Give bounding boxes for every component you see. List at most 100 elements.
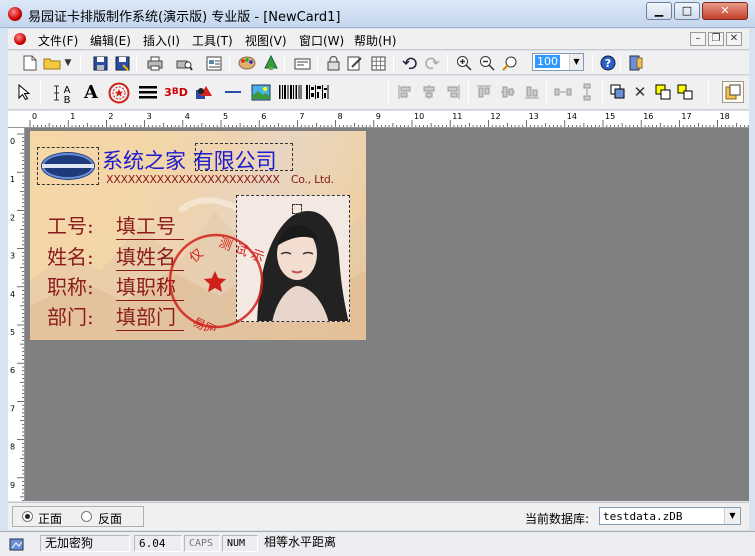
ruler-h-label: 9 [376, 112, 381, 121]
chevron-down-icon[interactable]: ▼ [569, 54, 583, 70]
new-icon[interactable] [20, 53, 40, 73]
drawing-toolbar: AB A 3BD ✕ [8, 76, 749, 110]
edit-icon[interactable] [345, 53, 365, 73]
ruler-h-label: 14 [567, 112, 577, 121]
bring-front-icon[interactable] [608, 82, 628, 102]
selection-frame [195, 143, 293, 171]
ruler-v-label: 4 [10, 290, 15, 299]
company-english[interactable]: XXXXXXXXXXXXXXXXXXXXXXXX Co., Ltd. [106, 173, 334, 186]
logo-frame[interactable] [37, 147, 99, 185]
lock-icon[interactable] [323, 53, 343, 73]
seal-handle [292, 204, 302, 214]
qrcode-icon[interactable] [304, 82, 330, 102]
company-seal[interactable]: 仅 测试示例 易园 [166, 231, 266, 331]
shapes-icon[interactable] [193, 82, 215, 102]
distribute-h-icon[interactable] [553, 82, 573, 102]
help-icon[interactable]: ? [598, 53, 618, 73]
card-icon[interactable] [292, 53, 312, 73]
database-select[interactable]: testdata.zDB ▼ [599, 507, 741, 525]
align-right-icon[interactable] [443, 82, 463, 102]
minimize-button[interactable]: ▁ [646, 2, 672, 20]
ruler-v-label: 8 [10, 443, 15, 452]
align-bottom-icon[interactable] [522, 82, 542, 102]
menu-help[interactable]: 帮助(H) [354, 32, 396, 49]
num-status: NUM [222, 535, 258, 552]
tree-icon[interactable] [261, 53, 281, 73]
align-middle-icon[interactable] [498, 82, 518, 102]
maximize-button[interactable]: □ [674, 2, 700, 20]
menu-edit[interactable]: 编辑(E) [90, 32, 131, 49]
id-card[interactable]: 系统之家 有限公司 XXXXXXXXXXXXXXXXXXXXXXXX Co., … [30, 131, 366, 340]
design-area: 0 1 2 3 4 5 6 7 8 9 10 11 12 13 14 15 16 17 18 0123456789 … [8, 111, 749, 501]
align-center-icon[interactable] [419, 82, 439, 102]
text-frame-icon[interactable]: AB [51, 81, 75, 105]
align-left-icon[interactable] [395, 82, 415, 102]
ruler-v-label: 7 [10, 404, 15, 413]
side-selector: 正面 反面 [12, 506, 144, 527]
field-label-dept: 部门: [47, 305, 94, 329]
distribute-v-icon[interactable] [577, 82, 597, 102]
close-button[interactable]: ✕ [702, 2, 748, 20]
open-icon[interactable] [42, 53, 62, 73]
ungroup-icon[interactable] [675, 82, 695, 102]
company-english-suffix: Co., Ltd. [290, 173, 334, 186]
mdi-close-button[interactable]: ✕ [726, 32, 742, 46]
line-icon[interactable] [222, 82, 244, 102]
app-icon[interactable] [8, 7, 22, 21]
mdi-minimize-button[interactable]: – [690, 32, 706, 46]
palette-icon[interactable] [237, 53, 257, 73]
redo-icon[interactable] [422, 53, 442, 73]
options-bar: 正面 反面 当前数据库: testdata.zDB ▼ [8, 502, 749, 530]
chevron-down-icon[interactable]: ▼ [724, 508, 740, 524]
menu-window[interactable]: 窗口(W) [299, 32, 344, 49]
menu-insert[interactable]: 插入(I) [143, 32, 180, 49]
ruler-h-label: 10 [414, 112, 424, 121]
image-icon[interactable] [250, 82, 272, 102]
zoom-value: 100 [535, 55, 560, 68]
note-icon[interactable] [722, 81, 744, 103]
ruler-h-label: 11 [452, 112, 462, 121]
dropdown-icon[interactable]: ▼ [62, 53, 74, 73]
horizontal-ruler: 0 1 2 3 4 5 6 7 8 9 10 11 12 13 14 15 16 17 18 [8, 111, 749, 128]
mdi-restore-button[interactable]: ❐ [708, 32, 724, 46]
ruler-v-label: 2 [10, 213, 15, 222]
ruler-h-label: 15 [605, 112, 615, 121]
menu-view[interactable]: 视图(V) [245, 32, 287, 49]
grid-icon[interactable] [368, 53, 388, 73]
print-preview-icon[interactable] [174, 53, 194, 73]
zoom-out-icon[interactable] [477, 53, 497, 73]
print-icon[interactable] [145, 53, 165, 73]
back-radio[interactable] [81, 511, 92, 522]
undo-icon[interactable] [400, 53, 420, 73]
align-top-icon[interactable] [474, 82, 494, 102]
menu-tools[interactable]: 工具(T) [192, 32, 233, 49]
status-app-icon [9, 536, 25, 552]
card-canvas[interactable]: 系统之家 有限公司 XXXXXXXXXXXXXXXXXXXXXXXX Co., … [25, 128, 749, 501]
back-label: 反面 [98, 512, 123, 526]
zoom-select[interactable]: 100 ▼ [532, 53, 584, 71]
menu-file[interactable]: 文件(F) [38, 32, 78, 49]
barcode-icon[interactable] [277, 82, 303, 102]
document-icon[interactable] [14, 33, 26, 45]
field-label-name: 姓名: [47, 245, 94, 269]
svg-text:?: ? [605, 57, 611, 70]
exit-icon[interactable] [626, 53, 646, 73]
seal-icon[interactable] [107, 81, 131, 105]
ruler-h-label: 4 [185, 112, 190, 121]
front-radio[interactable] [22, 511, 33, 522]
save-as-icon[interactable] [112, 53, 132, 73]
group-icon[interactable] [653, 82, 673, 102]
code39-icon[interactable]: 3BD [164, 82, 188, 102]
save-icon[interactable] [90, 53, 110, 73]
delete-icon[interactable]: ✕ [630, 82, 650, 102]
text-icon[interactable]: A [81, 82, 101, 103]
pointer-icon[interactable] [14, 82, 34, 102]
ruler-v-label: 9 [10, 481, 15, 490]
ruler-h-label: 7 [299, 112, 304, 121]
ruler-v-label: 3 [10, 252, 15, 261]
ruler-h-label: 8 [338, 112, 343, 121]
zoom-in-icon[interactable] [454, 53, 474, 73]
lines-icon[interactable] [137, 82, 159, 102]
zoom-fit-icon[interactable] [500, 53, 520, 73]
page-setup-icon[interactable] [204, 53, 224, 73]
